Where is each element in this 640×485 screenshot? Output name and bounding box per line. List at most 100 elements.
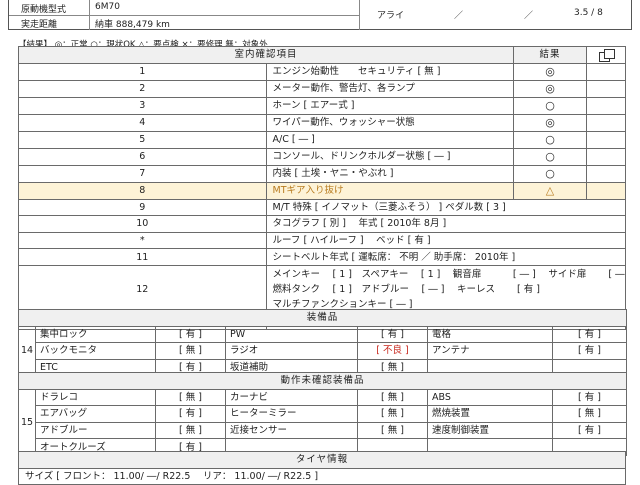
row-item: コンソール、ドリンクホルダー状態 [ ― ] (265, 147, 514, 166)
row-number: 7 (18, 164, 267, 183)
row-number: 9 (18, 198, 267, 217)
equip-label: ABS (427, 388, 553, 407)
blank-cell (586, 79, 626, 98)
alignment-slash-2: ／ (524, 11, 534, 21)
result-symbol: ○ (545, 149, 555, 163)
result-symbol: ◎ (545, 115, 555, 129)
mileage-value: 納車 888,479 km (95, 20, 170, 30)
equip-value-defect: [ 不良 ] (357, 342, 428, 360)
table-row-highlighted: 8 MTギア入り抜け △ (18, 181, 626, 200)
row-item: メーター動作、警告灯、各ランプ (265, 79, 514, 98)
row-item: A/C [ ― ] (265, 130, 514, 149)
result-symbol: ○ (545, 98, 555, 112)
table-row: 2 メーター動作、警告灯、各ランプ ◎ (18, 79, 626, 98)
row-result: ○ (513, 96, 587, 115)
equip-label: 速度制御装置 (427, 421, 553, 440)
row-item: ワイパー動作、ウォッシャー状態 (265, 113, 514, 132)
row-result: ○ (513, 164, 587, 183)
engine-model-value: 6M70 (95, 2, 120, 12)
equip-value: [ 有 ] (551, 388, 628, 407)
copy-icon[interactable] (598, 48, 615, 62)
result-symbol: ○ (545, 132, 555, 146)
row-number: 6 (18, 147, 267, 166)
keys-line-1: メインキー [ 1 ] スペアキー [ 1 ] 観音扉 [ ― ] サイド扉 [… (272, 268, 626, 280)
result-symbol: ◎ (545, 81, 555, 95)
equipment-table: 装備品 14 集中ロック[ 有 ] PW[ 有 ] 電格[ 有 ] バックモニタ… (17, 309, 628, 377)
result-symbol: △ (545, 183, 555, 197)
info-row: 10 タコグラフ [ 別 ] 年式 [ 2010年 8月 ] (18, 215, 626, 233)
section-number: 14 (18, 325, 36, 377)
keys-info: メインキー [ 1 ] スペアキー [ 1 ] 観音扉 [ ― ] サイド扉 [… (265, 264, 626, 314)
table-row: バックモニタ[ 無 ] ラジオ[ 不良 ] アンテナ[ 有 ] (19, 342, 628, 360)
blank-cell (586, 113, 626, 132)
equip-label: ヒーターミラー (225, 405, 358, 423)
row-number: * (18, 231, 267, 250)
equip-label: アドブルー (35, 421, 156, 440)
equip-label: バックモニタ (35, 342, 156, 360)
table-row: 6 コンソール、ドリンクホルダー状態 [ ― ] ○ (18, 147, 626, 166)
blank-cell (586, 147, 626, 166)
equip-label: ラジオ (225, 342, 358, 360)
row-item: エンジン始動性 セキュリティ [ 無 ] (265, 62, 514, 81)
equip-value: [ 無 ] (155, 421, 226, 440)
equip-value: [ 有 ] (551, 325, 628, 344)
row-number: 10 (18, 215, 267, 233)
equip-value: [ 無 ] (357, 405, 428, 423)
equip-label: 集中ロック (35, 325, 156, 344)
equip-label: カーナビ (225, 388, 358, 407)
equip-label: ドラレコ (35, 388, 156, 407)
equip-label: エアバッグ (35, 405, 156, 423)
unverified-title: 動作未確認装備品 (17, 372, 628, 390)
mileage-label: 実走距離 (21, 20, 58, 30)
table-row: 1 エンジン始動性 セキュリティ [ 無 ] ◎ (18, 62, 626, 81)
row-result: ◎ (513, 79, 587, 98)
row-number: 3 (18, 96, 267, 115)
table-row: アドブルー[ 無 ] 近接センサー[ 無 ] 速度制御装置[ 有 ] (19, 421, 628, 440)
unverified-equipment-table: 動作未確認装備品 15 ドラレコ[ 無 ] カーナビ[ 無 ] ABS[ 有 ]… (17, 372, 628, 456)
blank-cell (586, 164, 626, 183)
result-symbol: ○ (545, 166, 555, 180)
tire-size: サイズ [ フロント： 11.00/ ―/ R22.5 リア： 11.00/ ―… (18, 467, 626, 485)
tire-title: タイヤ情報 (18, 451, 626, 469)
info-text: ルーフ [ ハイルーフ ] ベッド [ 有 ] (265, 231, 626, 250)
equip-value: [ 有 ] (551, 421, 628, 440)
equip-label: 電格 (427, 325, 553, 344)
table-row: 4 ワイパー動作、ウォッシャー状態 ◎ (18, 113, 626, 132)
row-number: 12 (18, 264, 267, 314)
blank-cell (586, 181, 626, 200)
row-number: 5 (18, 130, 267, 149)
blank-cell (586, 62, 626, 81)
row-number: 11 (18, 248, 267, 266)
spec-divider (89, 15, 359, 16)
interior-inspection-table: 室内確認項目 結果 1 エンジン始動性 セキュリティ [ 無 ] ◎ 2 メーター動作… (18, 46, 626, 331)
alignment-label: アライ (377, 11, 405, 21)
row-number: 2 (18, 79, 267, 98)
equip-value: [ 無 ] (155, 388, 226, 407)
alignment-value: 3.5 / 8 (574, 8, 603, 18)
row-result: ○ (513, 147, 587, 166)
table-row: 15 ドラレコ[ 無 ] カーナビ[ 無 ] ABS[ 有 ] (18, 388, 628, 456)
row-result: △ (513, 181, 587, 200)
info-row: 9 M/T 特殊 [ イノマット（三菱ふそう） ] ペダル数 [ 3 ] (18, 198, 626, 217)
info-text: シートベルト年式 [ 運転席： 不明 ／ 助手席： 2010年 ] (265, 248, 626, 266)
row-number: 8 (18, 181, 267, 200)
result-header: 結果 (513, 46, 587, 64)
equip-label: PW (225, 325, 358, 344)
row-item: ホーン [ エアー式 ] (265, 96, 514, 115)
equip-value: [ 有 ] (551, 342, 628, 360)
equip-value: [ 有 ] (357, 325, 428, 344)
row-number: 1 (18, 62, 267, 81)
keys-line-2: 燃料タンク [ 1 ] アドブルー [ ― ] キーレス [ 有 ] (272, 283, 540, 295)
equipment-title: 装備品 (17, 309, 628, 327)
row-result: ◎ (513, 113, 587, 132)
equip-value: [ 無 ] (155, 342, 226, 360)
info-text: M/T 特殊 [ イノマット（三菱ふそう） ] ペダル数 [ 3 ] (265, 198, 626, 217)
keys-row: 12 メインキー [ 1 ] スペアキー [ 1 ] 観音扉 [ ― ] サイド… (18, 264, 626, 314)
info-row: * ルーフ [ ハイルーフ ] ベッド [ 有 ] (18, 231, 626, 250)
row-result: ◎ (513, 62, 587, 81)
equip-value: [ 無 ] (551, 405, 628, 423)
alignment-slash-1: ／ (454, 11, 464, 21)
row-item: 内装 [ 土埃・ヤニ・やぶれ ] (265, 164, 514, 183)
table-row: 3 ホーン [ エアー式 ] ○ (18, 96, 626, 115)
section-number: 15 (18, 388, 36, 456)
